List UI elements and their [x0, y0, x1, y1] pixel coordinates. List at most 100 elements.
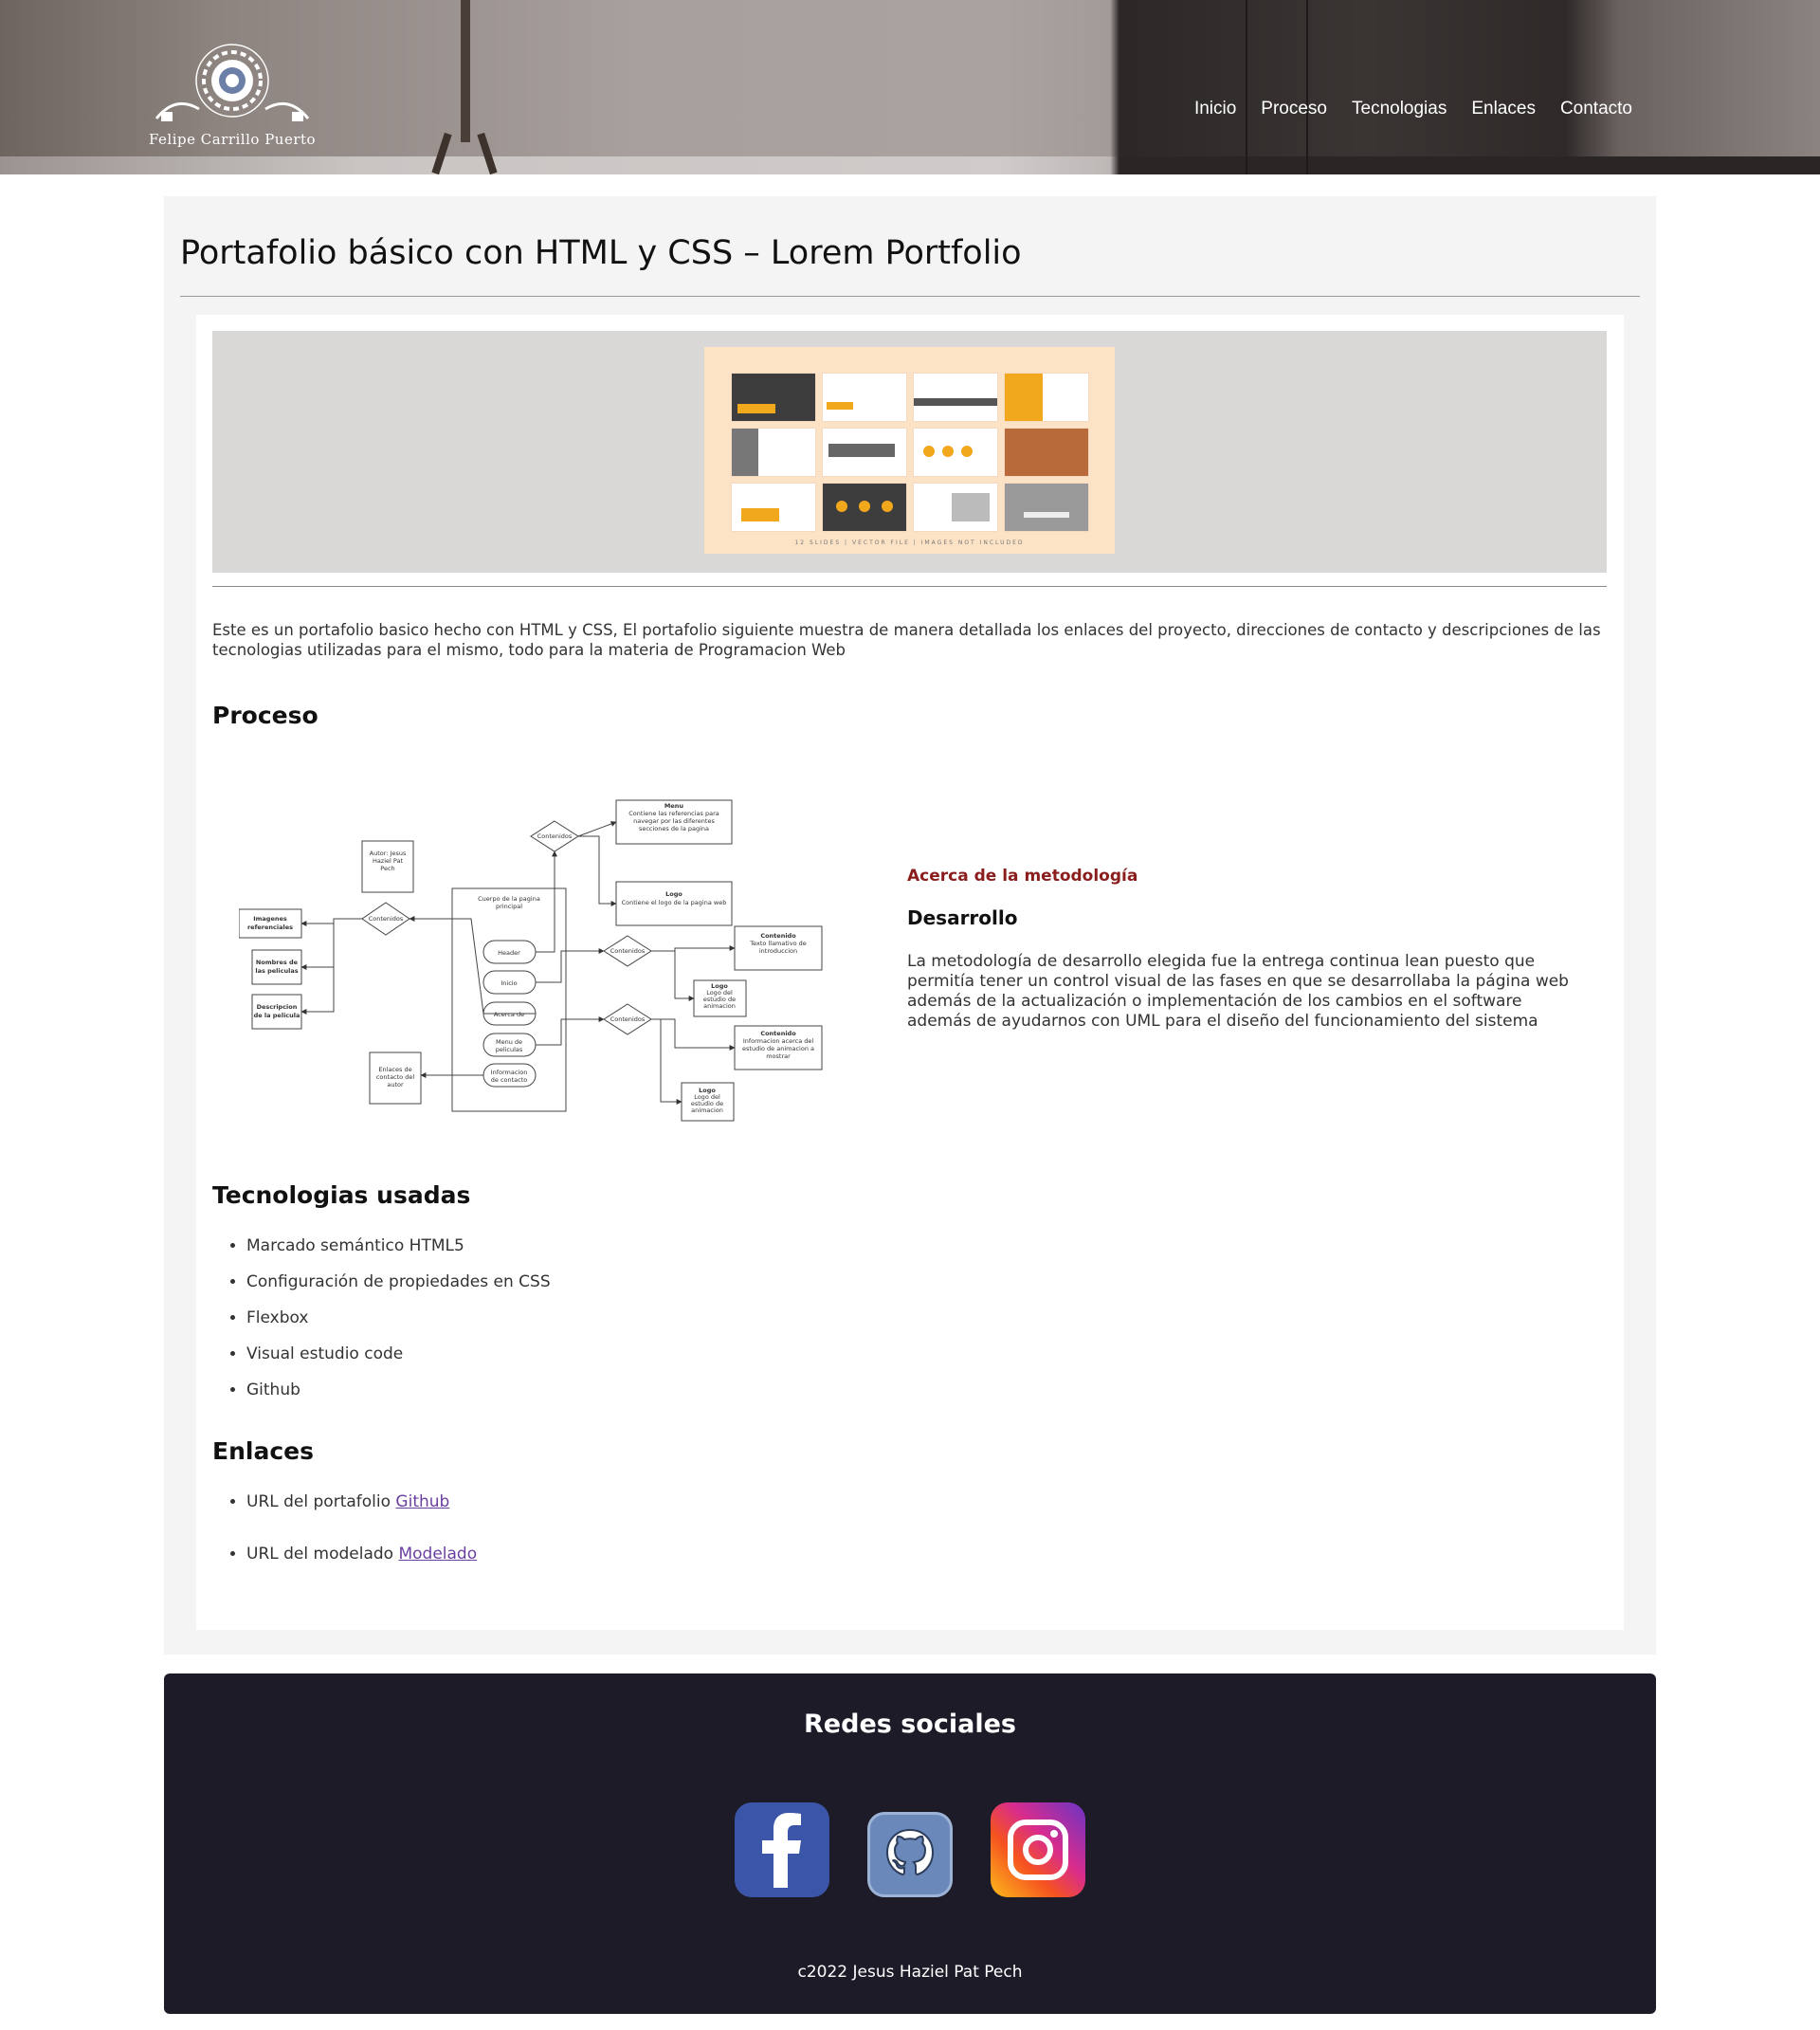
list-item: Configuración de propiedades en CSS: [246, 1269, 551, 1305]
diagram-label: autor: [387, 1081, 404, 1088]
diagram-label: Acerca de: [494, 1011, 524, 1018]
diagram-label: de contacto: [491, 1076, 528, 1084]
diagram-label: peliculas: [496, 1046, 523, 1053]
diagram-label: Pech: [380, 865, 394, 872]
diagram-label: Menu de: [496, 1038, 522, 1046]
gear-seal-icon: [155, 44, 310, 121]
content-card: 12 SLIDES | VECTOR FILE | IMAGES NOT INC…: [196, 315, 1624, 1630]
intro-paragraph: Este es un portafolio basico hecho con H…: [212, 621, 1601, 659]
diagram-label: Texto llamativo de: [749, 940, 806, 947]
diagram-label: Contenidos: [610, 1015, 646, 1023]
title-divider: [180, 296, 1640, 297]
slide-thumb: [914, 429, 997, 476]
social-links: [735, 1802, 1095, 1901]
header-floor: [0, 156, 1820, 174]
diagram-label: Inicio: [500, 979, 517, 987]
list-item: Flexbox: [246, 1305, 551, 1341]
github-link[interactable]: Github: [395, 1492, 449, 1511]
diagram-label: Menu: [664, 802, 684, 810]
diagram-label: Informacion acerca del: [743, 1037, 814, 1045]
instagram-icon[interactable]: [991, 1802, 1085, 1897]
copyright: c2022 Jesus Haziel Pat Pech: [797, 1963, 1023, 1982]
list-item: Visual estudio code: [246, 1341, 551, 1377]
github-icon[interactable]: [867, 1812, 953, 1897]
diagram-label: Logo: [665, 890, 682, 898]
image-caption: 12 SLIDES | VECTOR FILE | IMAGES NOT INC…: [794, 540, 1025, 546]
diagram-label: estudio de animacion a: [742, 1045, 814, 1052]
site-footer: Redes sociales c2022 Jesus Haziel Pat Pe…: [164, 1673, 1656, 2014]
header-door-line: [1306, 0, 1308, 174]
main-content: Portafolio básico con HTML y CSS – Lorem…: [164, 196, 1656, 1655]
header-lamp: [461, 0, 470, 142]
nav-enlaces[interactable]: Enlaces: [1471, 99, 1536, 119]
methodology-link[interactable]: Acerca de la metodología: [907, 867, 1138, 886]
diagram-label: principal: [496, 903, 522, 910]
card-divider: [212, 586, 1607, 587]
list-item: URL del modelado Modelado: [246, 1541, 477, 1593]
diagram-label: Informacion: [491, 1069, 528, 1076]
nav-contacto[interactable]: Contacto: [1560, 99, 1632, 119]
slide-thumb: [1005, 374, 1088, 421]
diagram-label: secciones de la pagina: [639, 825, 709, 832]
slide-grid: [732, 374, 1092, 531]
diagram-label: Header: [498, 949, 520, 957]
link-label: URL del portafolio: [246, 1492, 396, 1511]
slide-thumb: [823, 429, 906, 476]
diagram-label: Autor: Jesus: [370, 850, 407, 857]
list-item: Marcado semántico HTML5: [246, 1233, 551, 1269]
diagram-label: introduccion: [759, 947, 797, 955]
page-title: Portafolio básico con HTML y CSS – Lorem…: [180, 234, 1022, 272]
diagram-label: Contiene el logo de la pagina web: [622, 899, 727, 906]
slide-thumb: [1005, 429, 1088, 476]
footer-title: Redes sociales: [804, 1710, 1016, 1739]
tech-list: Marcado semántico HTML5 Configuración de…: [212, 1233, 551, 1413]
modelado-link[interactable]: Modelado: [398, 1545, 477, 1564]
portfolio-preview-image: 12 SLIDES | VECTOR FILE | IMAGES NOT INC…: [704, 347, 1115, 554]
process-heading: Proceso: [212, 702, 318, 729]
diagram-label: las peliculas: [255, 967, 298, 975]
slide-thumb: [732, 374, 815, 421]
nav-tecnologias[interactable]: Tecnologias: [1352, 99, 1447, 119]
diagram-label: referenciales: [247, 924, 293, 931]
tech-heading: Tecnologias usadas: [212, 1181, 471, 1209]
diagram-label: Contenido: [760, 932, 796, 940]
nav-proceso[interactable]: Proceso: [1261, 99, 1327, 119]
slide-thumb: [732, 484, 815, 531]
main-nav: Inicio Proceso Tecnologias Enlaces Conta…: [1194, 99, 1632, 119]
diagram-label: animacion: [703, 1002, 736, 1010]
diagram-label: Imagenes: [253, 915, 287, 923]
github-glyph: [885, 1828, 935, 1876]
development-text: La metodología de desarrollo elegida fue…: [907, 952, 1569, 1031]
slide-thumb: [823, 484, 906, 531]
facebook-icon[interactable]: [735, 1802, 829, 1897]
diagram-label: Enlaces de: [378, 1066, 411, 1073]
diagram-label: Contenidos: [537, 832, 573, 840]
links-list: URL del portafolio Github URL del modela…: [212, 1489, 477, 1593]
diagram-label: Contiene las referencias para: [628, 810, 719, 817]
slide-thumb: [914, 374, 997, 421]
diagram-label: Contenidos: [369, 915, 404, 923]
slide-thumb: [823, 374, 906, 421]
institution-logo[interactable]: Felipe Carrillo Puerto: [142, 28, 322, 152]
hero-banner: 12 SLIDES | VECTOR FILE | IMAGES NOT INC…: [212, 331, 1607, 573]
diagram-label: Haziel Pat: [373, 857, 404, 865]
instagram-glyph: [1008, 1820, 1068, 1880]
slide-thumb: [914, 484, 997, 531]
diagram-label: animacion: [691, 1106, 723, 1114]
process-diagram: Autor: Jesus Haziel Pat Pech Cuerpo de l…: [239, 799, 823, 1122]
link-label: URL del modelado: [246, 1545, 399, 1564]
development-heading: Desarrollo: [907, 906, 1018, 929]
diagram-label: Contenidos: [610, 947, 646, 955]
nav-inicio[interactable]: Inicio: [1194, 99, 1236, 119]
slide-thumb: [1005, 484, 1088, 531]
site-header: Felipe Carrillo Puerto Inicio Proceso Te…: [0, 0, 1820, 174]
diagram-label: Descripcion: [257, 1003, 298, 1011]
slide-thumb: [732, 429, 815, 476]
facebook-glyph: [762, 1813, 801, 1888]
diagram-label: Contenido: [760, 1030, 796, 1037]
diagram-label: contacto del: [376, 1073, 414, 1081]
links-heading: Enlaces: [212, 1437, 314, 1465]
list-item: Github: [246, 1377, 551, 1413]
diagram-label: mostrar: [766, 1052, 791, 1060]
logo-text: Felipe Carrillo Puerto: [148, 131, 317, 148]
